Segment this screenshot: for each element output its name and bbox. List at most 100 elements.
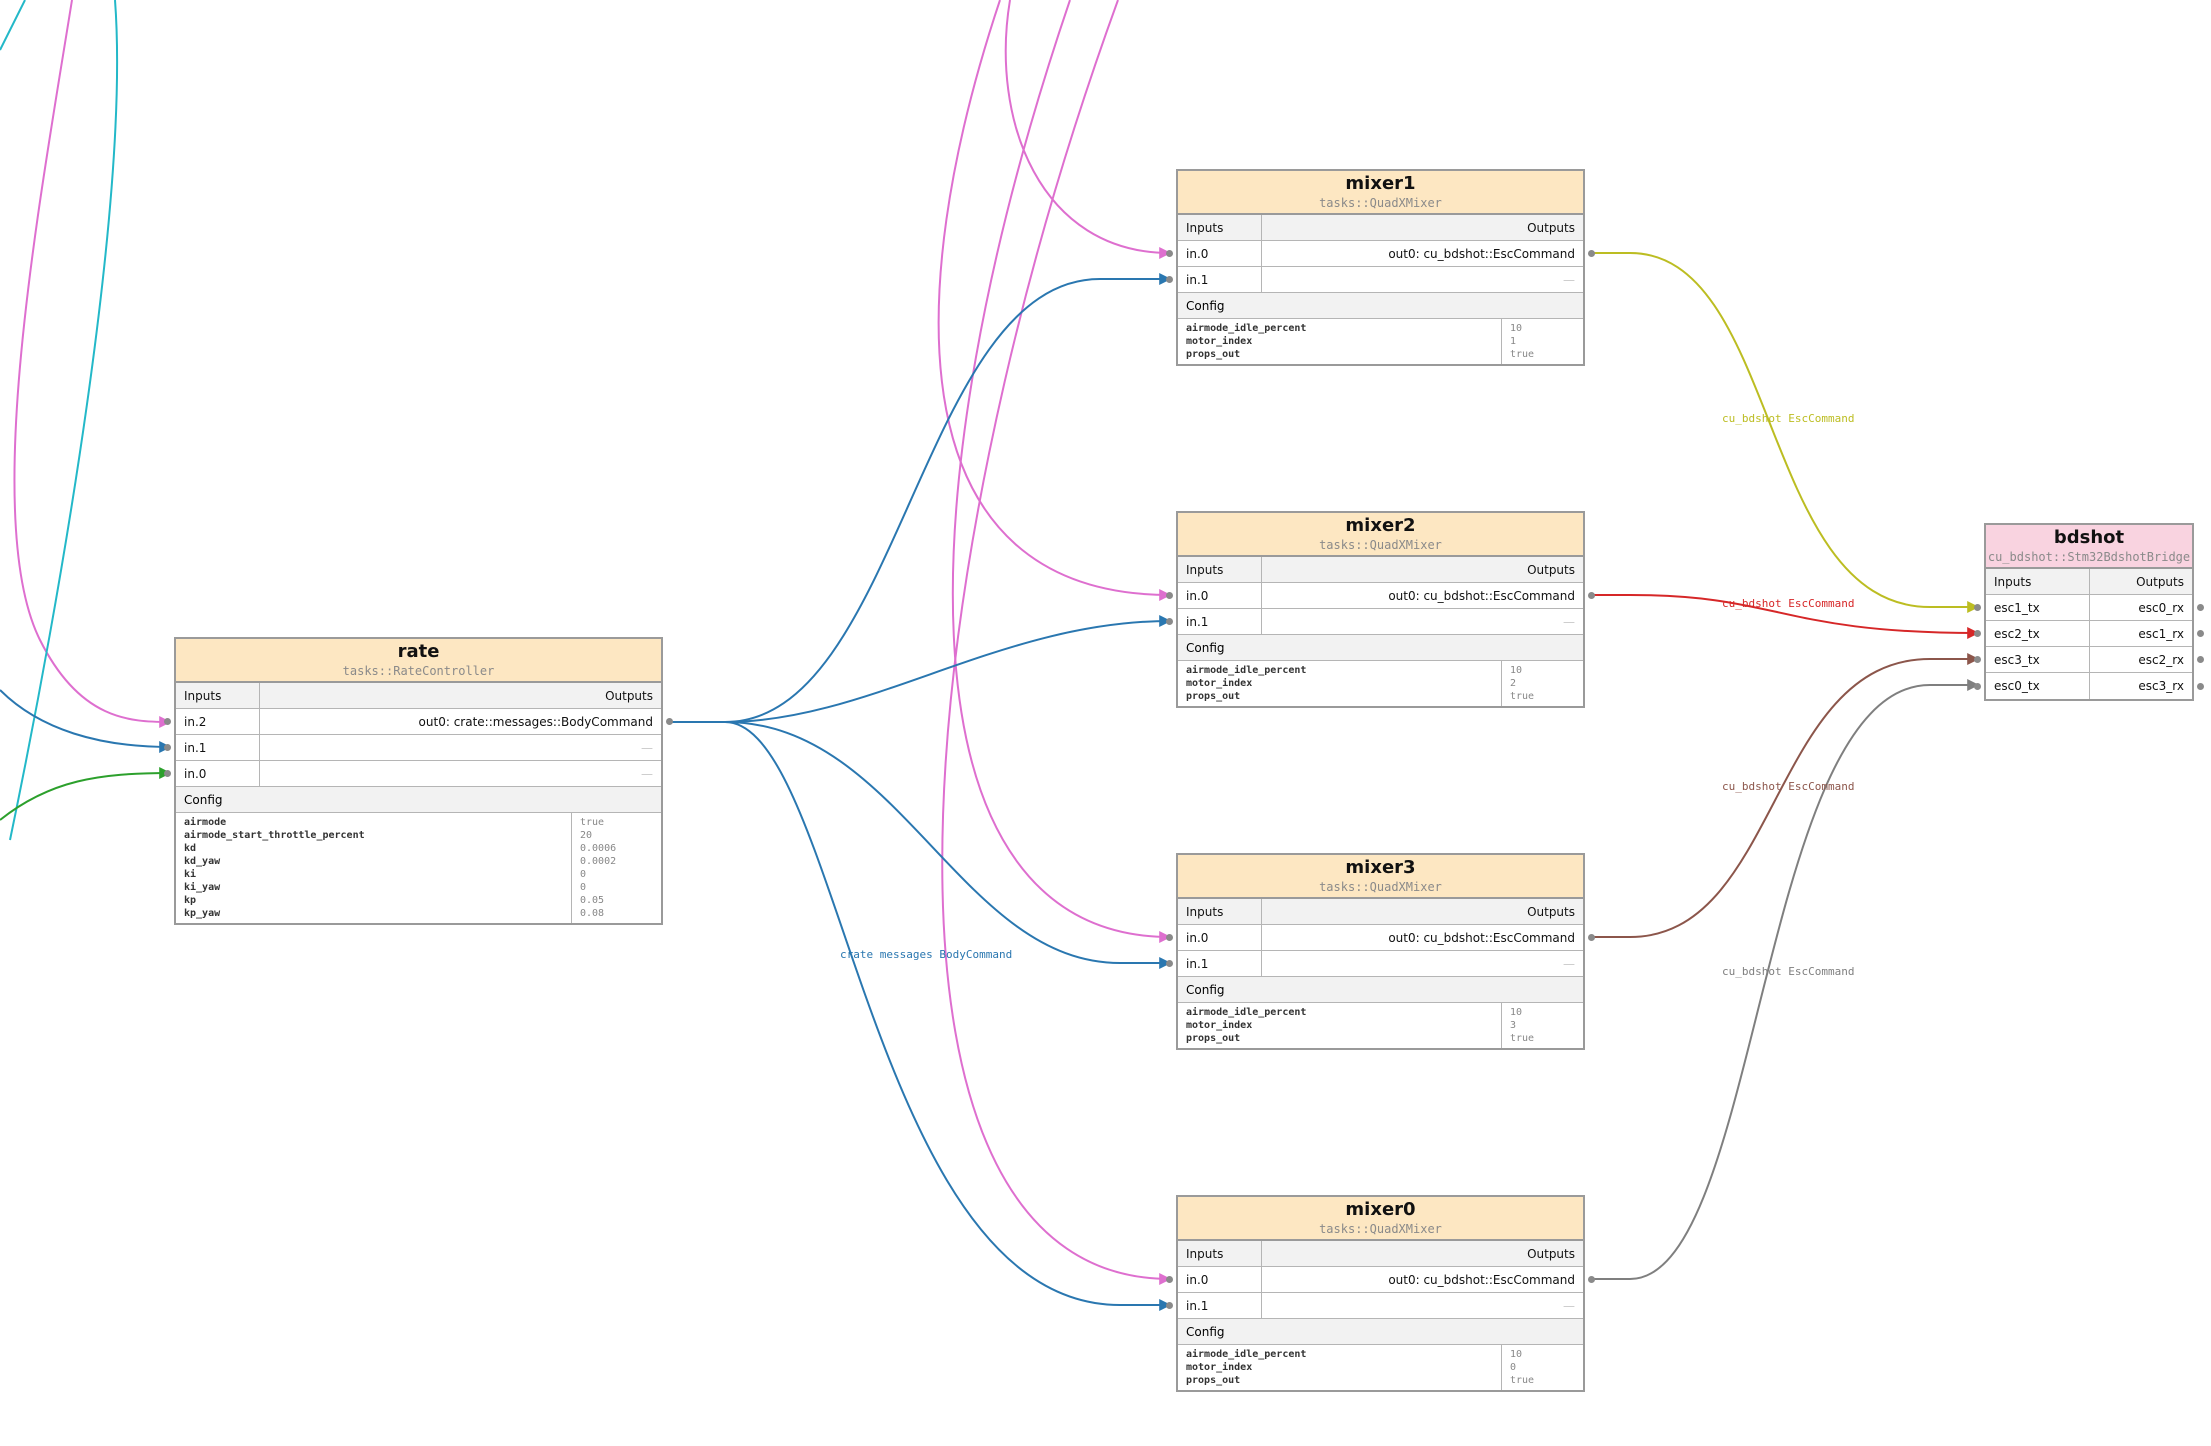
node-title: mixer0 xyxy=(1345,1199,1416,1220)
edge-mixer0-to-bdshot xyxy=(1590,679,1980,1280)
config-key: motor_index xyxy=(1186,1020,1253,1031)
port-row: in.0 out0: cu_bdshot::EscCommand xyxy=(1166,241,1595,267)
config-table: airmode_idle_percent motor_index props_o… xyxy=(1178,661,1583,706)
config-key: ki xyxy=(184,869,197,880)
config-key: ki_yaw xyxy=(184,882,221,893)
output-port-dot[interactable] xyxy=(1588,592,1595,599)
port-row: in.2 out0: crate::messages::BodyCommand xyxy=(164,709,673,735)
config-value: true xyxy=(580,817,605,828)
edge-label-esc-mixer1: cu_bdshot EscCommand xyxy=(1722,412,1854,425)
output-port-dot[interactable] xyxy=(1588,250,1595,257)
output-port-dot[interactable] xyxy=(666,718,673,725)
node-mixer2[interactable]: mixer2 tasks::QuadXMixer Inputs Outputs … xyxy=(1166,511,1595,708)
config-value: 10 xyxy=(1510,1349,1523,1360)
input-port-dot[interactable] xyxy=(1974,656,1981,663)
node-type: cu_bdshot::Stm32BdshotBridge xyxy=(1987,550,2191,564)
config-value: true xyxy=(1510,1033,1535,1044)
input-port-dot[interactable] xyxy=(164,718,171,725)
config-value: 0 xyxy=(580,882,587,893)
edge-pink-to-mixer2-in0 xyxy=(937,0,1172,601)
port-row: in.1 — xyxy=(164,735,661,761)
outputs-heading: Outputs xyxy=(1527,904,1575,919)
ports-header: Inputs Outputs xyxy=(1178,215,1583,241)
input-port-dot[interactable] xyxy=(1974,604,1981,611)
input-port-dot[interactable] xyxy=(1166,592,1173,599)
config-heading: Config xyxy=(1178,977,1583,1003)
config-value: 0.05 xyxy=(580,895,605,906)
edge-pink-to-mixer0-in0 xyxy=(941,0,1172,1285)
input-port-label: esc0_tx xyxy=(1994,679,2040,693)
output-port-dot[interactable] xyxy=(2197,630,2204,637)
input-port-dot[interactable] xyxy=(1166,250,1173,257)
config-key: kp xyxy=(184,895,197,906)
input-port-dot[interactable] xyxy=(1166,960,1173,967)
config-value: true xyxy=(1510,1375,1535,1386)
config-key: kd xyxy=(184,843,197,854)
config-key: airmode_start_throttle_percent xyxy=(184,830,365,841)
input-port-label: in.0 xyxy=(1186,1272,1209,1287)
outputs-heading: Outputs xyxy=(2136,574,2184,589)
output-port-label: out0: crate::messages::BodyCommand xyxy=(418,714,653,729)
output-port-label: esc0_rx xyxy=(2138,600,2184,615)
input-port-label: in.0 xyxy=(1186,588,1209,603)
node-mixer1[interactable]: mixer1 tasks::QuadXMixer Inputs Outputs … xyxy=(1166,169,1595,366)
node-rate[interactable]: rate tasks::RateController Inputs Output… xyxy=(164,637,673,925)
port-row: in.1 — xyxy=(1166,267,1583,293)
config-value: 20 xyxy=(580,830,593,841)
config-key: props_out xyxy=(1186,1375,1241,1386)
input-port-label: in.0 xyxy=(1186,930,1209,945)
input-port-label: in.1 xyxy=(1186,614,1209,629)
input-port-dot[interactable] xyxy=(1166,618,1173,625)
output-port-dot[interactable] xyxy=(1588,1276,1595,1283)
config-key: airmode_idle_percent xyxy=(1186,665,1307,676)
config-table: airmode_idle_percent motor_index props_o… xyxy=(1178,1003,1583,1048)
input-port-dot[interactable] xyxy=(1974,630,1981,637)
input-port-dot[interactable] xyxy=(1974,682,1981,690)
output-port-label: out0: cu_bdshot::EscCommand xyxy=(1388,246,1575,261)
input-port-label: in.1 xyxy=(1186,956,1209,971)
output-port-dot[interactable] xyxy=(2197,682,2204,690)
input-port-label: esc1_tx xyxy=(1994,600,2040,615)
config-table: airmode_idle_percent motor_index props_o… xyxy=(1178,319,1583,364)
input-port-label: in.1 xyxy=(184,740,207,755)
outputs-heading: Outputs xyxy=(1527,220,1575,235)
input-port-dot[interactable] xyxy=(1166,934,1173,941)
port-row: esc2_tx esc1_rx xyxy=(1974,621,2204,647)
node-type: tasks::QuadXMixer xyxy=(1319,880,1442,894)
edge-rate-to-mixer1-in1 xyxy=(672,273,1172,723)
port-row: in.1 — xyxy=(1166,951,1583,977)
node-title: mixer1 xyxy=(1345,173,1416,194)
config-key: motor_index xyxy=(1186,678,1253,689)
node-header: mixer3 tasks::QuadXMixer xyxy=(1178,855,1583,899)
input-port-dot[interactable] xyxy=(1166,1302,1173,1309)
input-port-label: esc2_tx xyxy=(1994,626,2040,641)
output-port-dot[interactable] xyxy=(1588,934,1595,941)
output-port-dot[interactable] xyxy=(2197,656,2204,663)
input-port-dot[interactable] xyxy=(1166,1276,1173,1283)
config-value: 0 xyxy=(580,869,587,880)
config-heading: Config xyxy=(1178,293,1583,319)
input-port-dot[interactable] xyxy=(164,770,171,777)
outputs-heading: Outputs xyxy=(1527,562,1575,577)
node-mixer0[interactable]: mixer0 tasks::QuadXMixer Inputs Outputs … xyxy=(1166,1195,1595,1392)
config-heading: Config xyxy=(1178,635,1583,661)
input-port-dot[interactable] xyxy=(1166,276,1173,283)
output-port-dot[interactable] xyxy=(2197,604,2204,611)
node-header: rate tasks::RateController xyxy=(176,639,661,683)
node-bdshot[interactable]: bdshot cu_bdshot::Stm32BdshotBridge Inpu… xyxy=(1974,523,2204,701)
output-port-label: out0: cu_bdshot::EscCommand xyxy=(1388,930,1575,945)
edge-label-body-command: crate messages BodyCommand xyxy=(840,948,1012,961)
inputs-heading: Inputs xyxy=(1178,557,1262,582)
config-key: airmode_idle_percent xyxy=(1186,1007,1307,1018)
input-port-dot[interactable] xyxy=(164,744,171,751)
config-table: airmode_idle_percent motor_index props_o… xyxy=(1178,1345,1583,1390)
input-port-label: in.0 xyxy=(1186,246,1209,261)
node-title: bdshot xyxy=(2053,527,2125,548)
node-mixer3[interactable]: mixer3 tasks::QuadXMixer Inputs Outputs … xyxy=(1166,853,1595,1050)
config-key: props_out xyxy=(1186,349,1241,360)
config-value: 1 xyxy=(1510,336,1517,347)
config-value: 0.08 xyxy=(580,908,605,919)
node-type: tasks::QuadXMixer xyxy=(1319,538,1442,552)
edge-rate-to-mixer2-in1 xyxy=(672,615,1172,723)
config-key: props_out xyxy=(1186,1033,1241,1044)
